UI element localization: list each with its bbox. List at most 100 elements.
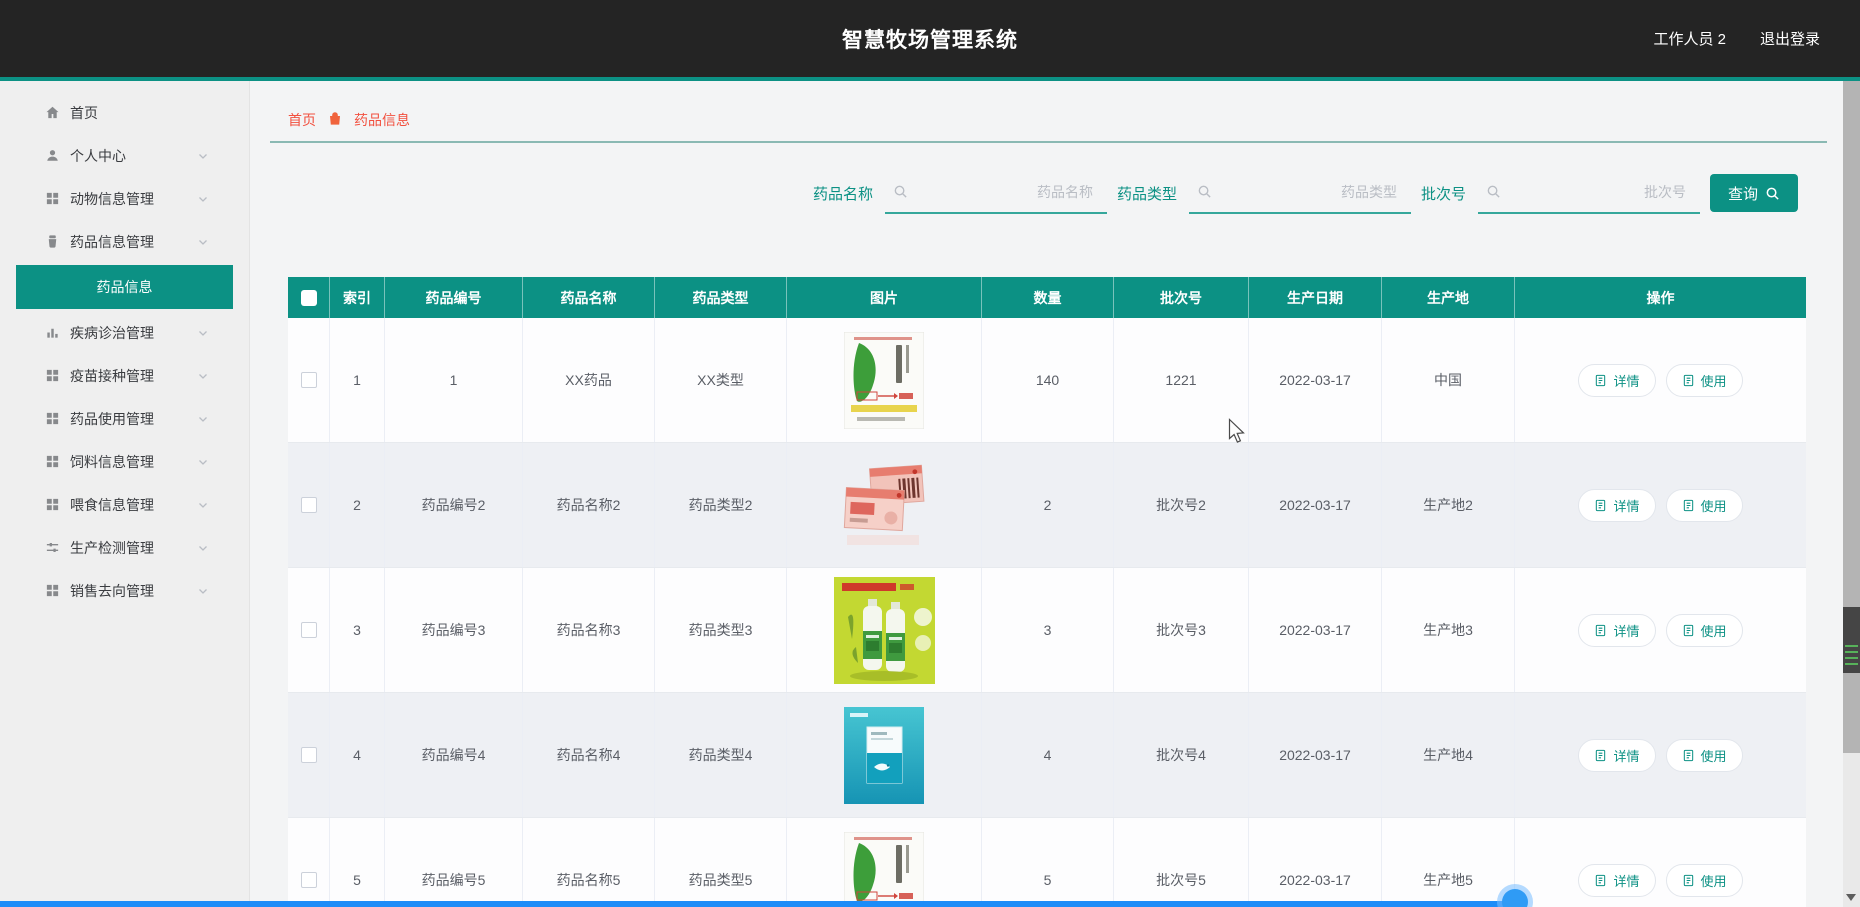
row-select-cell bbox=[288, 818, 330, 907]
cell-type: 药品类型3 bbox=[655, 568, 787, 692]
search-icon bbox=[1486, 184, 1501, 204]
sidebar-item[interactable]: 首页 bbox=[0, 91, 249, 134]
breadcrumb-home[interactable]: 首页 bbox=[288, 110, 316, 130]
use-button[interactable]: 使用 bbox=[1665, 488, 1743, 522]
green-bottles-promo-image[interactable] bbox=[833, 576, 935, 684]
drug-type-input[interactable] bbox=[1218, 172, 1399, 212]
row-checkbox[interactable] bbox=[300, 872, 317, 888]
cell-date: 2022-03-17 bbox=[1249, 693, 1382, 817]
column-header: 批次号 bbox=[1114, 277, 1249, 318]
use-button-label: 使用 bbox=[1700, 373, 1727, 389]
column-header: 图片 bbox=[787, 277, 982, 318]
table-row: 5 药品编号5 药品名称5 药品类型5 5 批次号5 2022-03-17 生产… bbox=[288, 818, 1806, 907]
medicine-box-green-leaf-image[interactable] bbox=[844, 331, 924, 429]
detail-button[interactable]: 详情 bbox=[1578, 613, 1656, 647]
breadcrumb-divider bbox=[270, 141, 1827, 143]
filter-group-type: 药品类型 bbox=[1117, 172, 1411, 214]
cell-type: 药品类型5 bbox=[655, 818, 787, 907]
sidebar-item-label: 个人中心 bbox=[70, 147, 126, 164]
detail-button[interactable]: 详情 bbox=[1578, 363, 1656, 397]
chevron-down-icon bbox=[197, 542, 209, 554]
cell-date: 2022-03-17 bbox=[1249, 318, 1382, 442]
cell-date: 2022-03-17 bbox=[1249, 568, 1382, 692]
column-header: 数量 bbox=[982, 277, 1114, 318]
sidebar-item[interactable]: 喂食信息管理 bbox=[0, 483, 249, 526]
sidebar-item[interactable]: 饲料信息管理 bbox=[0, 440, 249, 483]
search-icon bbox=[1766, 187, 1779, 200]
sidebar-item-label: 喂食信息管理 bbox=[70, 496, 154, 513]
grid-icon bbox=[44, 497, 60, 513]
current-user-label[interactable]: 工作人员 2 bbox=[1653, 28, 1726, 49]
filter-label: 药品类型 bbox=[1116, 185, 1177, 203]
drug-name-input[interactable] bbox=[914, 172, 1095, 212]
table-row: 3 药品编号3 药品名称3 药品类型3 3 批次号3 2022-03-17 生产… bbox=[288, 568, 1806, 693]
row-select-cell bbox=[288, 568, 330, 692]
medicine-box-green-leaf-image[interactable] bbox=[844, 831, 924, 907]
cell-actions: 详情 使用 bbox=[1515, 693, 1806, 817]
vertical-scrollbar bbox=[1843, 81, 1860, 907]
cell-batch: 批次号5 bbox=[1114, 818, 1249, 907]
select-all-checkbox[interactable] bbox=[300, 289, 317, 306]
cell-image bbox=[787, 818, 982, 907]
drug-info-table: 索引 药品编号 药品名称 药品类型 图片 数量 批次号 生产日期 生产地 操作 … bbox=[288, 277, 1806, 907]
teal-product-box-image[interactable] bbox=[844, 706, 924, 804]
sidebar-subitem-active[interactable]: 药品信息 bbox=[16, 265, 233, 309]
row-checkbox[interactable] bbox=[300, 747, 317, 763]
sidebar-item[interactable]: 个人中心 bbox=[0, 134, 249, 177]
sidebar-item[interactable]: 药品信息管理 bbox=[0, 220, 249, 263]
row-checkbox[interactable] bbox=[300, 372, 317, 388]
cell-name: 药品名称4 bbox=[523, 693, 655, 817]
scrollbar-down-arrow-icon[interactable] bbox=[1846, 894, 1856, 901]
filter-label: 批次号 bbox=[1420, 185, 1466, 203]
column-header: 药品类型 bbox=[655, 277, 787, 318]
header-accent-strip bbox=[0, 77, 1860, 81]
chevron-down-icon bbox=[197, 236, 209, 248]
sidebar-item[interactable]: 疾病诊治管理 bbox=[0, 311, 249, 354]
column-header: 生产地 bbox=[1382, 277, 1515, 318]
row-checkbox[interactable] bbox=[300, 497, 317, 513]
column-header: 药品编号 bbox=[385, 277, 523, 318]
scrollbar-thumb[interactable] bbox=[1843, 607, 1860, 673]
sidebar-item[interactable]: 药品使用管理 bbox=[0, 397, 249, 440]
cell-image bbox=[787, 693, 982, 817]
horizontal-scroll-bar[interactable] bbox=[0, 901, 1513, 907]
cell-code: 药品编号4 bbox=[385, 693, 523, 817]
header-right-nav: 工作人员 2 退出登录 bbox=[1653, 0, 1820, 77]
query-button[interactable]: 查询 bbox=[1710, 174, 1798, 212]
chevron-down-icon bbox=[197, 150, 209, 162]
breadcrumb-current: 药品信息 bbox=[354, 112, 410, 128]
filter-input-wrap bbox=[1188, 172, 1411, 214]
chevron-down-icon bbox=[197, 585, 209, 597]
use-button[interactable]: 使用 bbox=[1665, 863, 1743, 897]
sidebar-item-label: 药品信息管理 bbox=[70, 233, 154, 250]
sidebar-item[interactable]: 生产检测管理 bbox=[0, 526, 249, 569]
sidebar-item-label: 疫苗接种管理 bbox=[70, 367, 154, 384]
use-button[interactable]: 使用 bbox=[1665, 363, 1743, 397]
pink-medicine-boxes-image[interactable] bbox=[841, 461, 927, 549]
use-button[interactable]: 使用 bbox=[1665, 613, 1743, 647]
filter-input-wrap bbox=[884, 172, 1107, 214]
batch-number-input[interactable] bbox=[1508, 172, 1688, 212]
use-button[interactable]: 使用 bbox=[1665, 738, 1743, 772]
search-icon bbox=[1197, 184, 1212, 204]
detail-button[interactable]: 详情 bbox=[1578, 738, 1656, 772]
cell-index: 1 bbox=[330, 318, 385, 442]
sidebar-item[interactable]: 动物信息管理 bbox=[0, 177, 249, 220]
detail-button[interactable]: 详情 bbox=[1578, 863, 1656, 897]
detail-button-label: 详情 bbox=[1613, 748, 1640, 764]
cell-qty: 5 bbox=[982, 818, 1114, 907]
search-icon bbox=[893, 184, 908, 204]
sidebar-item[interactable]: 销售去向管理 bbox=[0, 569, 249, 612]
row-checkbox[interactable] bbox=[300, 622, 317, 638]
cell-type: 药品类型4 bbox=[655, 693, 787, 817]
cell-index: 2 bbox=[330, 443, 385, 567]
logout-link[interactable]: 退出登录 bbox=[1760, 28, 1820, 49]
sidebar-item[interactable]: 疫苗接种管理 bbox=[0, 354, 249, 397]
breadcrumb: 首页 药品信息 bbox=[288, 110, 410, 130]
detail-button[interactable]: 详情 bbox=[1578, 488, 1656, 522]
column-header: 药品名称 bbox=[523, 277, 655, 318]
use-button-label: 使用 bbox=[1700, 498, 1727, 514]
detail-button-label: 详情 bbox=[1613, 623, 1640, 639]
app-title: 智慧牧场管理系统 bbox=[842, 28, 1018, 52]
column-header: 操作 bbox=[1646, 289, 1675, 306]
